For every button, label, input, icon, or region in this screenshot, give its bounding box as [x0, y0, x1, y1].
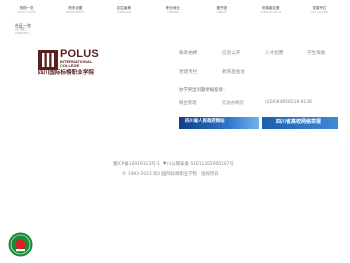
nav-item-sublabel: LIBRARY — [216, 11, 228, 14]
college-emblem-icon — [38, 50, 58, 70]
college-logo[interactable]: POLUS INTERNATIONAL COLLEGE 四川国际标榜职业学院 — [38, 48, 104, 78]
certification-seal-icon[interactable] — [8, 232, 33, 257]
nav-item-cpc[interactable]: 党建专栏 CPC COLUMN — [301, 0, 338, 22]
submenu-english: COMMUNITY — [15, 32, 30, 35]
sichuan-government-banner[interactable]: 四川省人民政府网站 — [179, 117, 259, 129]
report-phone-number: (028)84856519-8136 — [265, 100, 312, 105]
link-education-foundation[interactable]: 教育基金会 — [222, 70, 245, 76]
top-nav: 柏棉一览 ABOUT POLUS 院系设置 DEPARTMENTS 招生聚焦 A… — [8, 0, 338, 22]
logo-chinese-name: 四川国际标榜职业学院 — [38, 70, 94, 76]
nav-item-careers[interactable]: 职业就业 CAREERS — [154, 0, 191, 22]
link-info-disclosure[interactable]: 信息公开 — [222, 51, 240, 57]
nav-item-sublabel: CAREERS — [167, 11, 179, 14]
police-record[interactable]: 川公网安备 51011202000167号 — [167, 161, 234, 167]
university-report-banner[interactable]: 四川省高校网络举报 — [262, 117, 338, 129]
nav-item-contact[interactable]: 柏棉朋友圈 CONTACT POLUS — [252, 0, 289, 22]
report-heading: 办学突出问题举报投诉： — [179, 88, 228, 93]
link-recruitment[interactable]: 人才招聘 — [265, 51, 283, 57]
report-online-link[interactable]: 网台受理 — [179, 100, 197, 106]
nav-item-sublabel: DEPARTMENTS — [65, 11, 85, 14]
police-badge-icon: ◆ — [163, 161, 167, 166]
copyright-text: © 1993-2023 四川国际标榜职业学院 · 版权所有 — [122, 172, 219, 177]
nav-item-sublabel: ADMISSION — [116, 11, 132, 14]
link-student-aid[interactable]: 学生资助 — [307, 51, 325, 57]
link-contact[interactable]: 联系柏棉 — [179, 51, 197, 57]
nav-item-sublabel: CONTACT POLUS — [260, 11, 282, 14]
report-letters-link[interactable]: 信访办网页 — [222, 100, 244, 106]
nav-item-library[interactable]: 图书馆 LIBRARY — [203, 0, 240, 22]
nav-item-sublabel: ABOUT POLUS — [17, 11, 36, 14]
banner-label: 四川省高校网络举报 — [276, 119, 322, 125]
nav-item-about[interactable]: 柏棉一览 ABOUT POLUS — [8, 0, 45, 22]
icp-record[interactable]: 蜀ICP备10019113号-1 — [113, 161, 160, 167]
banner-label: 四川省人民政府网站 — [185, 119, 225, 124]
link-cpc-column[interactable]: 党建专栏 — [179, 70, 197, 76]
logo-line-2: COLLEGE — [60, 63, 80, 68]
nav-item-departments[interactable]: 院系设置 DEPARTMENTS — [57, 0, 94, 22]
nav-item-admission[interactable]: 招生聚焦 ADMISSION — [106, 0, 143, 22]
nav-item-sublabel: CPC COLUMN — [311, 11, 328, 14]
nav-submenu[interactable]: 社区一览 关于我们 COMMUNITY — [15, 23, 55, 36]
